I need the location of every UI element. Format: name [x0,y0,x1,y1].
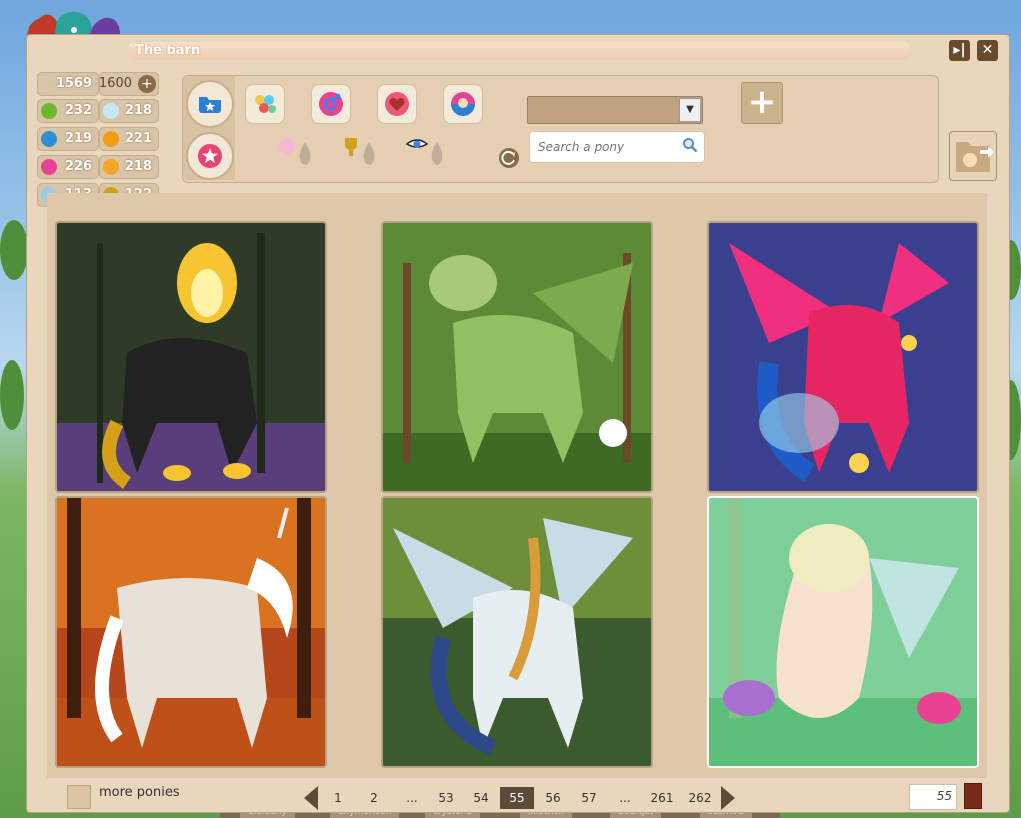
pony-card[interactable] [55,221,327,493]
page-link[interactable]: 2 [363,787,385,809]
water-drops-icon [41,131,57,147]
heart-icon [41,159,57,175]
unicorn-drop-icon [279,138,311,165]
food-value: 232 [64,103,92,118]
pony-image [709,498,977,766]
page-link[interactable]: 57 [575,787,603,809]
food-stat: 232 [37,99,99,123]
page-ellipsis: ... [406,791,418,805]
coins-stat: 1569 [37,72,99,96]
filter-color-button[interactable] [245,84,285,124]
gender-icon [319,92,343,116]
page-number-input[interactable] [910,785,956,807]
prev-page-arrow-icon[interactable] [304,786,318,810]
page-link[interactable]: 262 [683,787,717,809]
blue-folder-icon [199,97,221,113]
weather-value: 218 [124,103,152,118]
folder-view-button[interactable] [186,80,234,128]
passes-stat: 1600 + [99,72,159,96]
next-page-arrow-icon[interactable] [721,786,735,810]
go-to-page-button[interactable] [964,783,982,809]
page-link[interactable]: 1 [327,787,349,809]
current-page[interactable]: 55 [500,787,534,809]
pony-card[interactable] [381,221,653,493]
water-value: 219 [64,131,92,146]
favorites-button[interactable] [186,132,234,180]
close-icon: ✕ [981,42,994,58]
fire-value: 221 [124,131,152,146]
pony-card[interactable] [707,221,979,493]
pony-image [383,498,651,766]
title-bar: The barn [127,42,911,60]
coins-value: 1569 [55,76,92,91]
pony-grid [47,193,987,778]
paw-icon [103,159,119,175]
apple-icon [41,103,57,119]
search-input[interactable] [536,136,680,158]
pink-star-icon [198,144,222,168]
chevron-down-icon[interactable]: ▼ [679,98,701,122]
love-stat: 226 [37,155,99,179]
pony-card[interactable] [381,496,653,768]
pony-image [383,223,651,491]
page-ellipsis: ... [619,791,631,805]
filter-gender-button[interactable] [311,84,351,124]
weather-stat: 218 [99,99,159,123]
cloud-icon [103,103,119,119]
search-icon[interactable] [682,137,698,153]
love-value: 226 [64,159,92,174]
filter-trophy-button[interactable] [339,132,385,176]
search-box [529,131,705,163]
trophy-drop-icon [345,138,375,165]
background-tree [0,360,24,430]
filter-species-button[interactable] [275,132,321,176]
add-button[interactable]: + [741,82,783,124]
background-tree [0,220,28,280]
filter-pair-button[interactable] [443,84,483,124]
window-title: The barn [135,43,201,58]
more-ponies-checkbox[interactable] [67,785,91,809]
fire-icon [103,131,119,147]
pony-pair-icon [451,92,475,116]
more-ponies-label: more ponies [99,785,180,800]
refresh-icon [501,150,515,165]
pony-image [57,223,325,491]
category-select[interactable]: ▼ [527,96,703,124]
pony-image [709,223,977,491]
heart-ring-icon [385,92,409,116]
barn-window: The barn ▸| ✕ 1569 1600 + 232 218 219 22… [26,34,1010,813]
filter-eye-button[interactable] [405,132,451,176]
pony-card[interactable] [55,496,327,768]
page-link[interactable]: 53 [432,787,460,809]
filter-toolbar [182,75,939,183]
pony-image [57,498,325,766]
collapse-icon: ▸| [953,42,966,58]
page-number-field [909,784,957,810]
close-button[interactable]: ✕ [977,40,998,61]
water-stat: 219 [37,127,99,151]
color-palette-icon [255,95,276,113]
reset-filters-button[interactable] [499,148,519,168]
filter-breeding-button[interactable] [377,84,417,124]
pony-card[interactable] [707,496,979,768]
page-link[interactable]: 261 [645,787,679,809]
paws-stat: 218 [99,155,159,179]
fire-stat: 221 [99,127,159,151]
page-link[interactable]: 56 [539,787,567,809]
passes-value: 1600 [98,76,132,91]
page-link[interactable]: 54 [467,787,495,809]
eye-drop-icon [405,139,443,165]
move-ponies-button[interactable] [949,131,997,181]
minimize-button[interactable]: ▸| [949,40,970,61]
add-passes-button[interactable]: + [138,75,156,93]
paws-value: 218 [124,159,152,174]
plus-icon: + [747,82,777,122]
folder-pony-icon [956,142,994,172]
